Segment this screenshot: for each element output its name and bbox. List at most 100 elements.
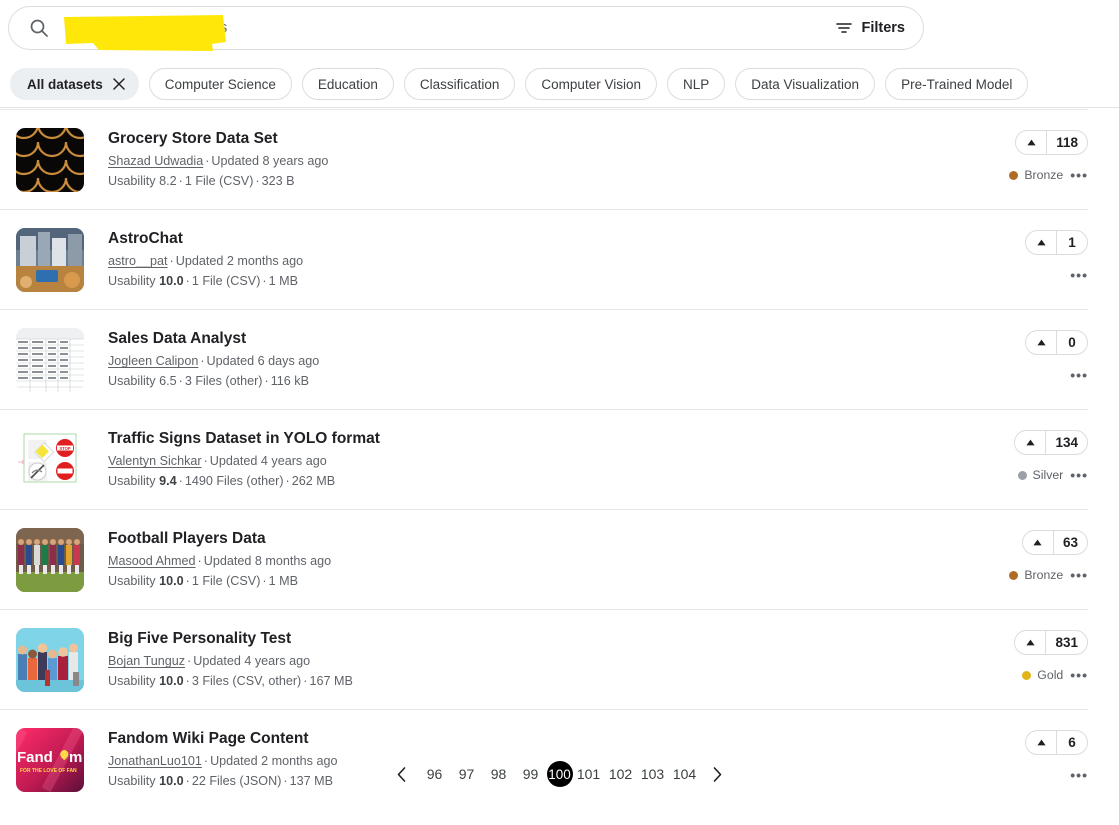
row-actions: 1 ••• <box>970 228 1088 283</box>
dataset-author[interactable]: Valentyn Sichkar <box>108 454 202 468</box>
dataset-byline: Bojan Tunguz · Updated 4 years ago <box>108 654 311 669</box>
more-options-button[interactable]: ••• <box>1069 268 1088 282</box>
upvote-control[interactable]: 6 <box>1025 730 1088 755</box>
page-96[interactable]: 96 <box>419 760 451 788</box>
dataset-title[interactable]: Big Five Personality Test <box>108 629 970 648</box>
page-100-current[interactable]: 100 <box>546 761 573 787</box>
dataset-title[interactable]: Fandom Wiki Page Content <box>108 729 970 748</box>
dataset-updated: Updated 2 months ago <box>175 254 304 269</box>
table-row[interactable]: Big Five Personality Test Bojan Tunguz · U… <box>0 609 1088 709</box>
table-row[interactable]: Football Players Data Masood Ahmed · Updat… <box>0 509 1088 609</box>
upvote-arrow-icon[interactable] <box>1015 631 1047 654</box>
dataset-byline: astro__pat · Updated 2 months ago <box>108 254 304 269</box>
dataset-author[interactable]: Bojan Tunguz <box>108 654 185 668</box>
vote-count: 0 <box>1068 335 1076 350</box>
table-row[interactable]: Grocery Store Data Set Shazad Udwadia · Up… <box>0 109 1088 209</box>
usability-score: 10.0 <box>159 573 184 588</box>
search-box[interactable]: Filters <box>8 6 924 50</box>
dataset-byline: Jogleen Calipon · Updated 6 days ago <box>108 354 320 369</box>
search-input[interactable] <box>66 20 825 36</box>
chip-education[interactable]: Education <box>301 68 394 100</box>
upvote-control[interactable]: 134 <box>1014 430 1088 455</box>
usability-label: Usability <box>108 173 156 188</box>
chip-classification[interactable]: Classification <box>403 68 516 100</box>
dataset-title[interactable]: Grocery Store Data Set <box>108 129 970 148</box>
badge-row: ••• <box>1069 267 1088 283</box>
badge-row: Silver ••• <box>1017 467 1088 483</box>
dataset-size: 1 MB <box>268 273 298 288</box>
chip-data-visualization[interactable]: Data Visualization <box>735 68 876 100</box>
filter-chip-row: All datasets Computer Science Education … <box>10 68 1029 100</box>
usability-score: 6.5 <box>159 373 177 388</box>
row-actions: 0 ••• <box>970 328 1088 383</box>
upvote-arrow-icon[interactable] <box>1016 131 1048 154</box>
close-icon[interactable] <box>113 78 125 90</box>
upvote-arrow-icon[interactable] <box>1026 231 1057 254</box>
dataset-author[interactable]: Shazad Udwadia <box>108 154 203 168</box>
upvote-control[interactable]: 0 <box>1025 330 1088 355</box>
chip-label: Classification <box>419 76 500 92</box>
upvote-arrow-icon[interactable] <box>1015 431 1047 454</box>
more-options-button[interactable]: ••• <box>1069 168 1088 182</box>
dataset-updated: Updated 8 years ago <box>211 154 329 169</box>
filter-icon <box>836 20 853 36</box>
upvote-control[interactable]: 118 <box>1015 130 1088 155</box>
page-103[interactable]: 103 <box>637 760 669 788</box>
page-98[interactable]: 98 <box>483 760 515 788</box>
dataset-size: 116 kB <box>270 373 309 388</box>
dataset-title[interactable]: Traffic Signs Dataset in YOLO format <box>108 429 970 448</box>
dataset-updated: Updated 6 days ago <box>206 354 320 369</box>
dataset-size: 1 MB <box>268 573 298 588</box>
badge-row: Bronze ••• <box>1009 567 1088 583</box>
vote-count: 118 <box>1056 135 1078 150</box>
chip-label: Computer Science <box>164 76 276 92</box>
page-97[interactable]: 97 <box>451 760 483 788</box>
chevron-left-icon[interactable] <box>385 757 419 791</box>
dataset-title[interactable]: Football Players Data <box>108 529 970 548</box>
astro-photo-thumbnail <box>16 228 84 292</box>
upvote-control[interactable]: 63 <box>1021 530 1088 555</box>
vote-count: 134 <box>1055 435 1078 450</box>
usability-label: Usability <box>108 673 156 688</box>
vote-count: 831 <box>1055 635 1078 650</box>
search-header: Filters All datasets Computer Science Ed… <box>0 0 1119 108</box>
traffic-signs-thumbnail: STOP <box>16 428 84 492</box>
row-actions: 134 Silver ••• <box>970 428 1088 483</box>
vote-count: 63 <box>1062 535 1078 550</box>
dataset-author[interactable]: astro__pat <box>108 254 168 268</box>
table-row[interactable]: STOP Traffic Signs Dataset in YOLO forma… <box>0 409 1088 509</box>
grocery-scallop-thumbnail <box>16 128 84 192</box>
page-99[interactable]: 99 <box>515 760 547 788</box>
more-options-button[interactable]: ••• <box>1069 568 1088 582</box>
upvote-control[interactable]: 831 <box>1014 630 1088 655</box>
dataset-stats: Usability 9.4 · 1490 Files (other) · 262 MB <box>108 473 336 488</box>
usability-score: 9.4 <box>159 473 177 488</box>
chip-computer-science[interactable]: Computer Science <box>148 68 292 100</box>
dataset-title[interactable]: AstroChat <box>108 229 970 248</box>
table-row[interactable]: AstroChat astro__pat · Updated 2 months ag… <box>0 209 1088 309</box>
upvote-arrow-icon[interactable] <box>1026 331 1057 354</box>
dataset-title[interactable]: Sales Data Analyst <box>108 329 970 348</box>
page-101[interactable]: 101 <box>573 760 605 788</box>
chip-all-datasets[interactable]: All datasets <box>10 68 139 100</box>
dataset-author[interactable]: Masood Ahmed <box>108 554 196 568</box>
chip-pre-trained-model[interactable]: Pre-Trained Model <box>885 68 1029 100</box>
upvote-arrow-icon[interactable] <box>1023 531 1054 554</box>
upvote-arrow-icon[interactable] <box>1026 731 1057 754</box>
more-options-button[interactable]: ••• <box>1069 468 1088 482</box>
chevron-right-icon[interactable] <box>701 757 735 791</box>
dataset-stats: Usability 10.0 · 1 File (CSV) · 1 MB <box>108 273 298 288</box>
more-options-button[interactable]: ••• <box>1069 368 1088 382</box>
chip-nlp[interactable]: NLP <box>666 68 726 100</box>
more-options-button[interactable]: ••• <box>1069 668 1088 682</box>
table-row[interactable]: Sales Data Analyst Jogleen Calipon · Updat… <box>0 309 1088 409</box>
page-104[interactable]: 104 <box>669 760 701 788</box>
dataset-author[interactable]: Jogleen Calipon <box>108 354 198 368</box>
upvote-control[interactable]: 1 <box>1025 230 1088 255</box>
chip-label: Data Visualization <box>751 76 860 92</box>
usability-label: Usability <box>108 273 156 288</box>
chip-computer-vision[interactable]: Computer Vision <box>525 68 657 100</box>
dataset-info: Football Players Data Masood Ahmed · Updat… <box>108 528 970 591</box>
filters-button[interactable]: Filters <box>824 20 905 36</box>
page-102[interactable]: 102 <box>605 760 637 788</box>
